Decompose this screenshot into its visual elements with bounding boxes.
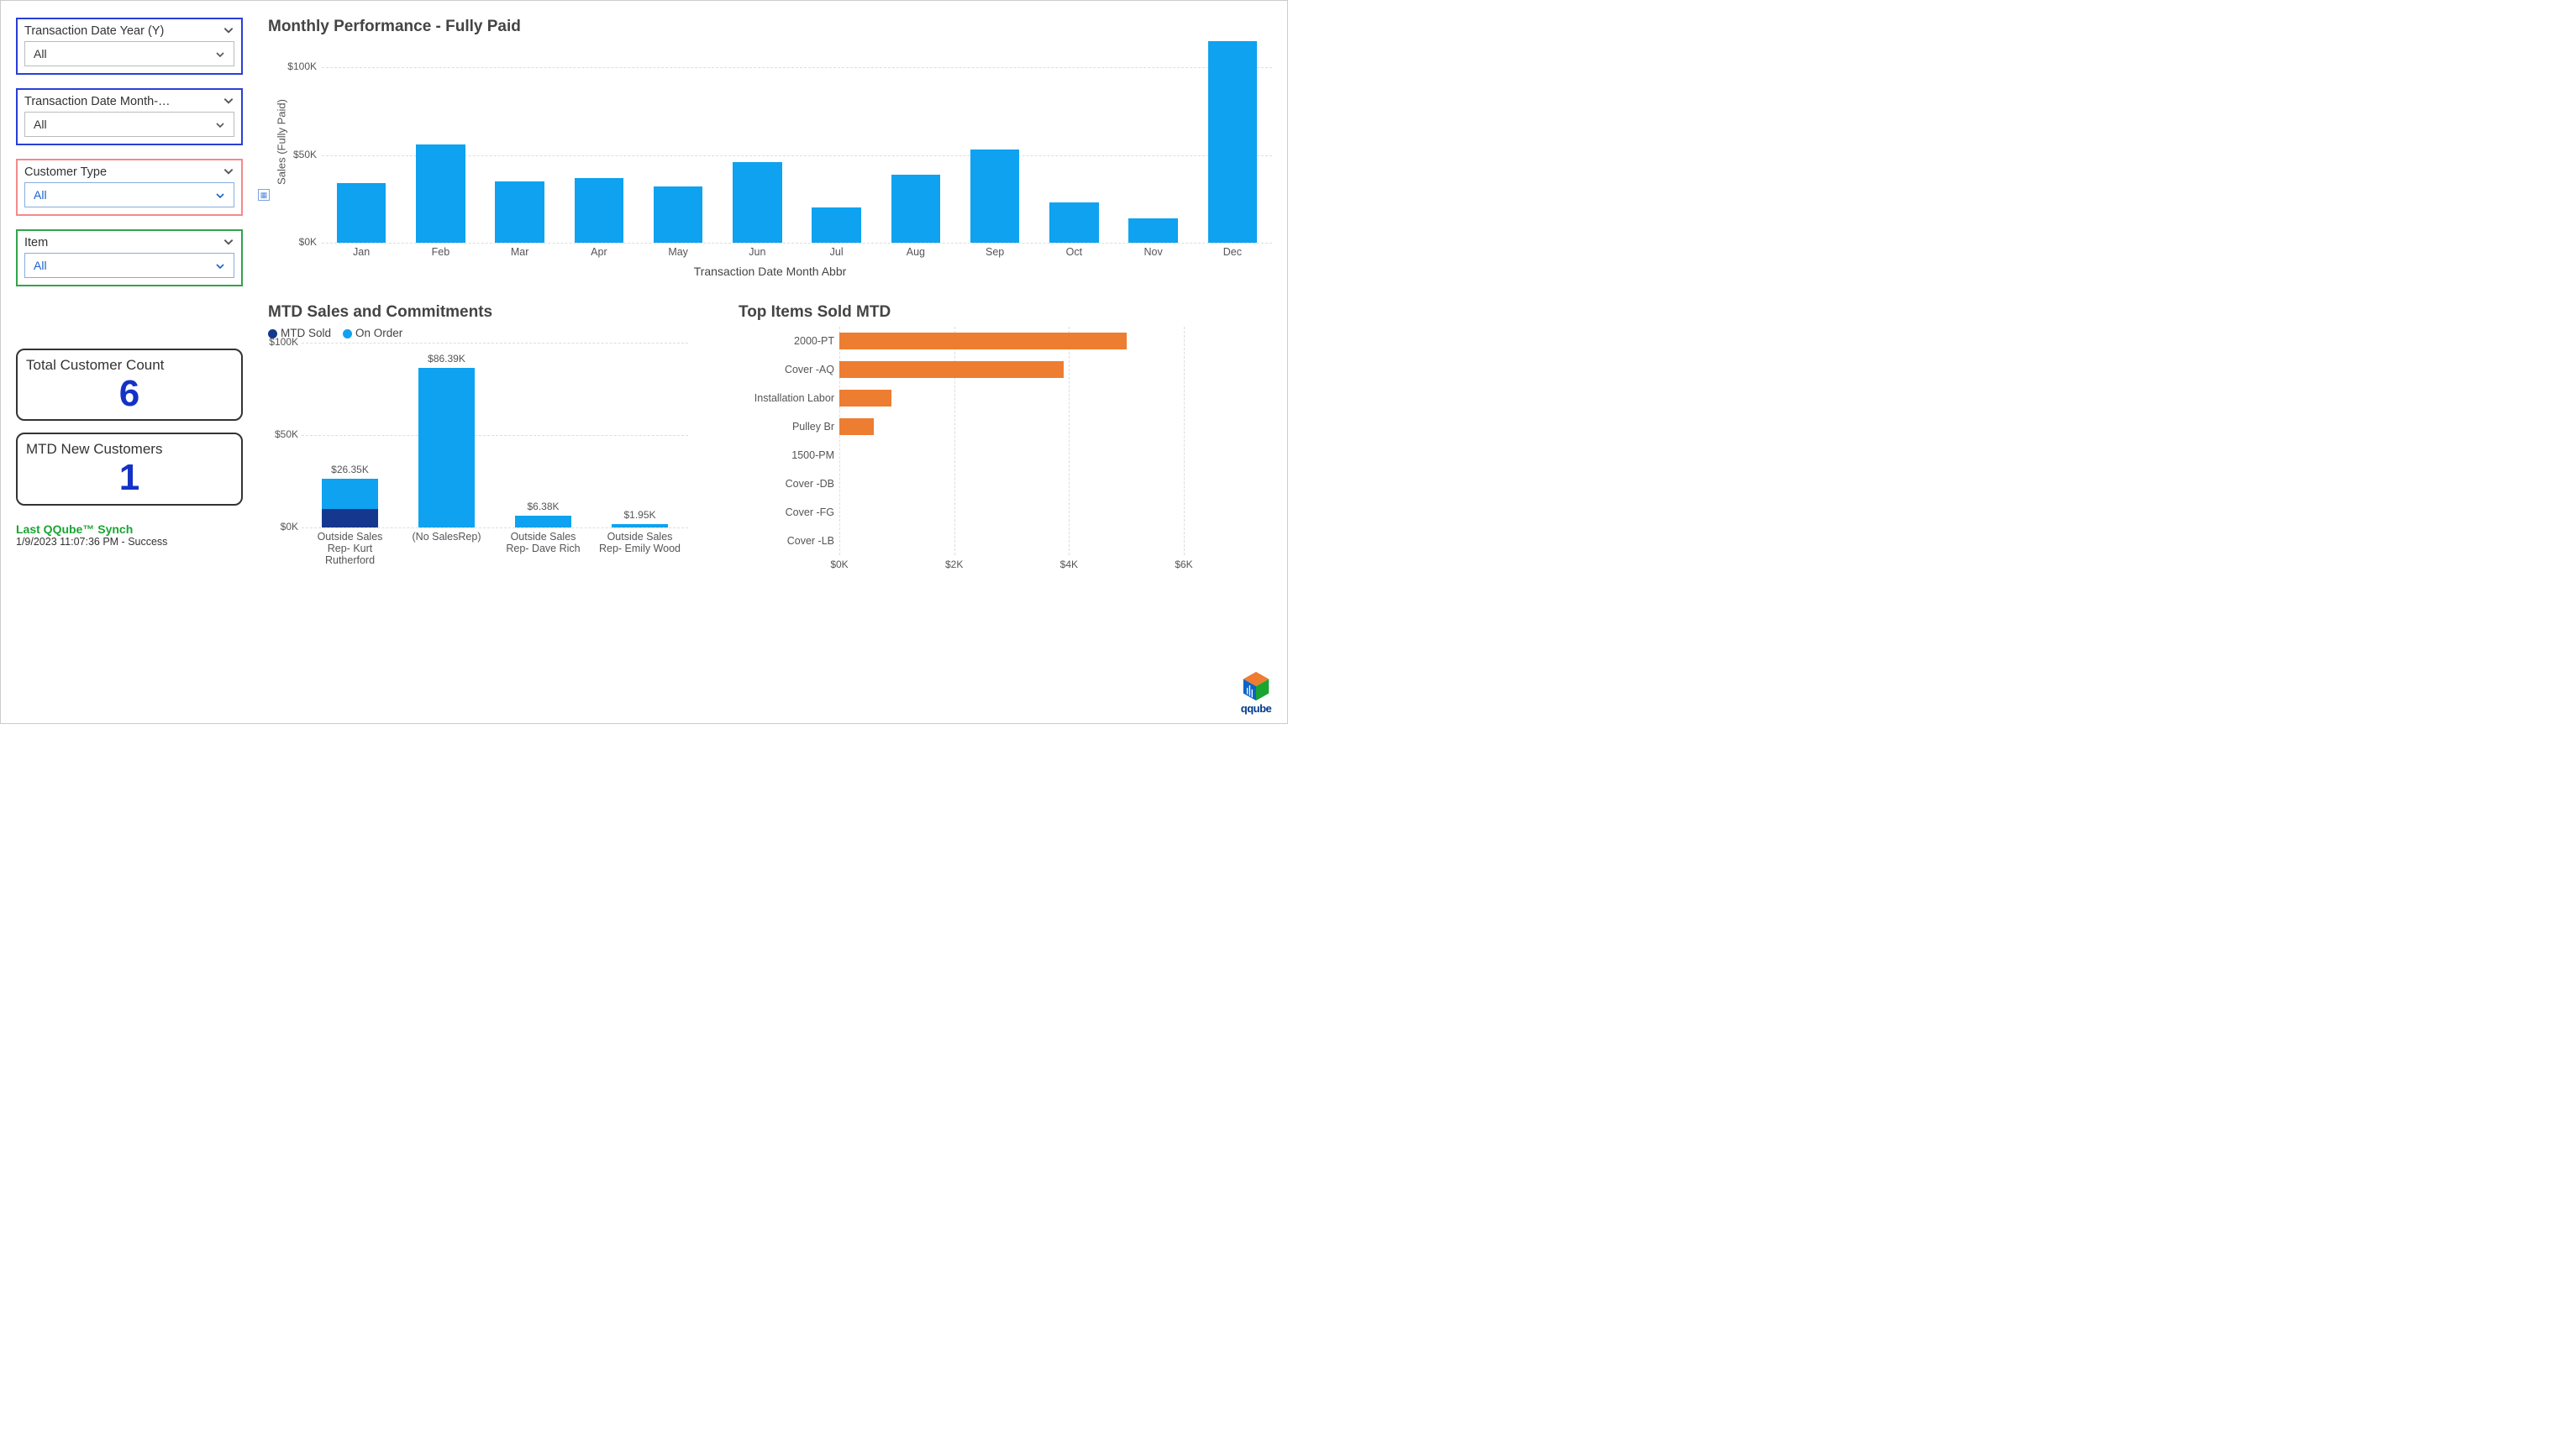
filter-label: Customer Type bbox=[24, 165, 234, 179]
hbar[interactable] bbox=[839, 418, 874, 435]
x-category: Outside Sales Rep- Emily Wood bbox=[597, 527, 684, 554]
filter-select[interactable]: All bbox=[24, 41, 234, 66]
x-category: May bbox=[668, 243, 688, 258]
x-category: Jun bbox=[749, 243, 765, 258]
x-category: (No SalesRep) bbox=[403, 527, 491, 543]
data-label: $86.39K bbox=[428, 353, 465, 365]
x-category: Oct bbox=[1066, 243, 1082, 258]
filter-label: Transaction Date Month-… bbox=[24, 95, 234, 108]
hbar[interactable] bbox=[839, 390, 891, 407]
kpi-value: 6 bbox=[26, 374, 233, 414]
x-category: Outside Sales Rep- Kurt Rutherford bbox=[307, 527, 394, 566]
qqube-logo: qqube bbox=[1240, 670, 1272, 715]
bar-nov[interactable] bbox=[1128, 218, 1177, 243]
bar-may[interactable] bbox=[654, 186, 702, 243]
kpi-label: MTD New Customers bbox=[26, 441, 233, 458]
bar-aug[interactable] bbox=[891, 175, 940, 243]
chart-title-mtd: MTD Sales and Commitments bbox=[268, 303, 705, 322]
x-category: Mar bbox=[511, 243, 529, 258]
x-category: Feb bbox=[432, 243, 450, 258]
filter-label: Item bbox=[24, 236, 234, 249]
sync-timestamp: 1/9/2023 11:07:36 PM - Success bbox=[16, 536, 243, 548]
bar-on-order[interactable] bbox=[418, 368, 475, 527]
mtd-legend: MTD Sold On Order bbox=[268, 327, 705, 339]
filter-value: All bbox=[34, 118, 47, 131]
bar-on-order[interactable] bbox=[322, 479, 378, 509]
chart-title-monthly: Monthly Performance - Fully Paid bbox=[268, 18, 1272, 36]
kpi-mtd-new-customers: MTD New Customers 1 bbox=[16, 433, 243, 505]
bar-mtd-sold[interactable] bbox=[322, 509, 378, 527]
dashboard-page: Transaction Date Year (Y)AllTransaction … bbox=[0, 0, 1288, 724]
chevron-down-icon bbox=[215, 49, 225, 59]
chevron-down-icon bbox=[215, 260, 225, 270]
x-category: Nov bbox=[1144, 243, 1163, 258]
y-category: Cover -LB bbox=[787, 535, 839, 547]
bar-jun[interactable] bbox=[733, 162, 781, 243]
x-category: Outside Sales Rep- Dave Rich bbox=[500, 527, 587, 554]
monthly-performance-chart[interactable]: $0K$50K$100KJanFebMarAprMayJunJulAugSepO… bbox=[322, 41, 1272, 243]
y-category: Cover -FG bbox=[786, 506, 839, 518]
filter-select[interactable]: All bbox=[24, 182, 234, 207]
chevron-down-icon[interactable] bbox=[223, 95, 234, 107]
filter-0: Transaction Date Year (Y) All bbox=[16, 18, 243, 75]
data-label: $1.95K bbox=[623, 509, 655, 521]
y-category: Installation Labor bbox=[754, 392, 839, 404]
filter-value: All bbox=[34, 259, 47, 272]
mtd-sales-chart[interactable]: $0K$50K$100K$26.35KOutside Sales Rep- Ku… bbox=[302, 343, 688, 527]
y-category: Cover -DB bbox=[786, 478, 839, 490]
kpi-label: Total Customer Count bbox=[26, 357, 233, 374]
kpi-value: 1 bbox=[26, 458, 233, 498]
sync-label: Last QQube™ Synch bbox=[16, 522, 243, 536]
filter-value: All bbox=[34, 47, 47, 60]
top-items-section: Top Items Sold MTD $0K$2K$4K$6K2000-PTCo… bbox=[739, 303, 1272, 572]
filter-1: Transaction Date Month-… All bbox=[16, 88, 243, 145]
bar-apr[interactable] bbox=[575, 178, 623, 243]
y-category: Cover -AQ bbox=[785, 364, 839, 375]
x-category: Apr bbox=[591, 243, 607, 258]
data-label: $6.38K bbox=[527, 501, 559, 512]
hbar[interactable] bbox=[839, 333, 1127, 349]
x-category: Sep bbox=[986, 243, 1004, 258]
bar-oct[interactable] bbox=[1049, 202, 1098, 243]
chart-title-top-items: Top Items Sold MTD bbox=[739, 303, 1272, 322]
data-label: $26.35K bbox=[331, 464, 369, 475]
x-category: Aug bbox=[907, 243, 925, 258]
filter-select[interactable]: All bbox=[24, 253, 234, 278]
table-icon[interactable]: ▦ bbox=[258, 189, 270, 201]
filter-3: Item All bbox=[16, 229, 243, 286]
filter-2: Customer Type All bbox=[16, 159, 243, 216]
mtd-sales-section: MTD Sales and Commitments MTD Sold On Or… bbox=[268, 303, 705, 572]
main-content: Monthly Performance - Fully Paid Sales (… bbox=[268, 18, 1272, 715]
y-axis-label: Sales (Fully Paid) bbox=[276, 99, 288, 185]
filter-value: All bbox=[34, 188, 47, 202]
bar-feb[interactable] bbox=[416, 144, 465, 243]
bar-mar[interactable] bbox=[495, 181, 544, 243]
legend-item-on-order: On Order bbox=[343, 327, 402, 339]
chevron-down-icon[interactable] bbox=[223, 236, 234, 248]
bar-on-order[interactable] bbox=[515, 516, 571, 527]
y-category: 1500-PM bbox=[791, 449, 839, 461]
logo-text: qqube bbox=[1240, 702, 1272, 715]
x-category: Jan bbox=[353, 243, 370, 258]
chevron-down-icon[interactable] bbox=[223, 165, 234, 177]
chevron-down-icon bbox=[215, 119, 225, 129]
bar-jan[interactable] bbox=[337, 183, 386, 243]
bar-sep[interactable] bbox=[970, 150, 1019, 243]
filter-label: Transaction Date Year (Y) bbox=[24, 24, 234, 38]
x-axis-label: Transaction Date Month Abbr bbox=[268, 265, 1272, 278]
y-category: Pulley Br bbox=[792, 421, 839, 433]
top-items-chart[interactable]: $0K$2K$4K$6K2000-PTCover -AQInstallation… bbox=[839, 327, 1184, 572]
x-category: Jul bbox=[830, 243, 844, 258]
filter-select[interactable]: All bbox=[24, 112, 234, 137]
chevron-down-icon[interactable] bbox=[223, 24, 234, 36]
hbar[interactable] bbox=[839, 361, 1064, 378]
sidebar: Transaction Date Year (Y)AllTransaction … bbox=[16, 18, 243, 715]
bar-jul[interactable] bbox=[812, 207, 860, 243]
chevron-down-icon bbox=[215, 190, 225, 200]
bar-dec[interactable] bbox=[1208, 41, 1257, 243]
x-category: Dec bbox=[1223, 243, 1242, 258]
y-category: 2000-PT bbox=[794, 335, 839, 347]
kpi-total-customer-count: Total Customer Count 6 bbox=[16, 349, 243, 421]
